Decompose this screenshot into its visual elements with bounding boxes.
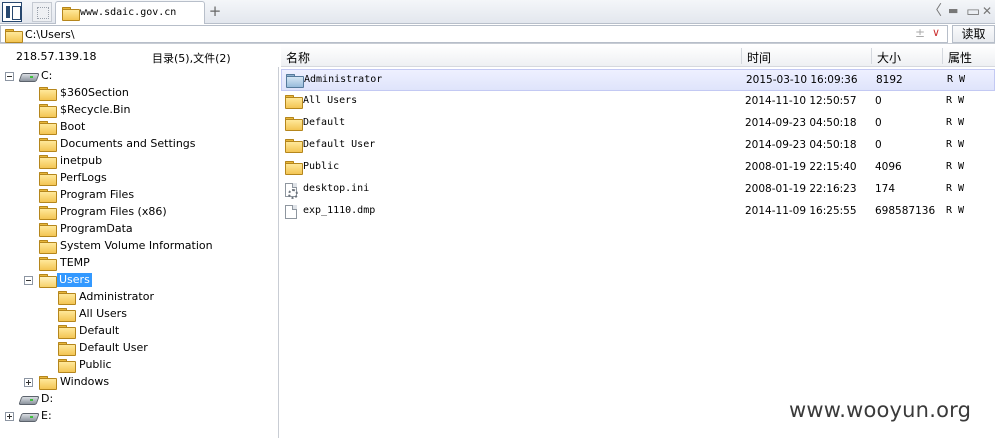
tree-item-perflogs[interactable]: PerfLogs <box>0 170 278 187</box>
folder-icon <box>39 172 57 186</box>
collapse-icon[interactable] <box>24 276 33 285</box>
folder-icon <box>286 74 304 88</box>
column-attributes[interactable]: 属性 <box>948 49 972 66</box>
folder-icon <box>58 308 76 322</box>
close-icon[interactable]: ✕ <box>982 3 992 19</box>
watermark: www.wooyun.org <box>789 398 972 422</box>
tree-item-drive-e[interactable]: E: <box>0 408 278 425</box>
tree-item-drive-d[interactable]: D: <box>0 391 278 408</box>
folder-icon <box>285 117 303 131</box>
folder-icon <box>39 138 57 152</box>
column-name[interactable]: 名称 <box>286 49 310 66</box>
tree-item-default-user[interactable]: Default User <box>0 340 278 357</box>
list-item[interactable]: Administrator 2015-03-10 16:09:36 8192 R… <box>281 69 995 91</box>
folder-icon <box>58 325 76 339</box>
file-icon <box>285 205 297 219</box>
chevron-down-icon[interactable]: ∨ <box>932 26 940 39</box>
tree-item-inetpub[interactable]: inetpub <box>0 153 278 170</box>
folder-icon <box>285 139 303 153</box>
column-divider[interactable] <box>871 48 872 64</box>
maximize-icon[interactable]: ▭ <box>966 3 980 19</box>
tree-item-public[interactable]: Public <box>0 357 278 374</box>
list-item[interactable]: Default 2014-09-23 04:50:18 0 R W <box>281 113 995 135</box>
tree-item-recycle-bin[interactable]: $Recycle.Bin <box>0 102 278 119</box>
tree-item-documents-and-settings[interactable]: Documents and Settings <box>0 136 278 153</box>
folder-icon <box>62 7 80 21</box>
folder-icon <box>58 342 76 356</box>
tree-item-default[interactable]: Default <box>0 323 278 340</box>
folder-icon <box>39 376 57 390</box>
tree-item-program-files[interactable]: Program Files <box>0 187 278 204</box>
list-item[interactable]: Default User 2014-09-23 04:50:18 0 R W <box>281 135 995 157</box>
tree-item-administrator[interactable]: Administrator <box>0 289 278 306</box>
column-time[interactable]: 时间 <box>747 49 771 66</box>
folder-icon <box>285 95 303 109</box>
tree-item-programdata[interactable]: ProgramData <box>0 221 278 238</box>
settings-file-icon <box>285 183 298 199</box>
folder-icon <box>5 29 23 43</box>
folder-icon <box>39 206 57 220</box>
tree-item-system-volume-information[interactable]: System Volume Information <box>0 238 278 255</box>
folder-icon <box>39 155 57 169</box>
folder-icon <box>58 359 76 373</box>
read-button[interactable]: 读取 <box>952 25 995 43</box>
collapse-icon[interactable] <box>5 72 14 81</box>
tab-site[interactable]: www.sdaic.gov.cn <box>55 1 205 24</box>
drive-icon <box>20 394 36 404</box>
tab-title: www.sdaic.gov.cn <box>80 7 177 18</box>
file-list-header: 名称 时间 大小 属性 <box>281 45 995 67</box>
path-text: C:\Users\ <box>25 28 75 41</box>
tree-item-program-files-x86[interactable]: Program Files (x86) <box>0 204 278 221</box>
folder-icon <box>39 189 57 203</box>
address-bar: C:\Users\ ± ∨ 读取 <box>0 24 995 44</box>
tree-item-users[interactable]: Users <box>0 272 278 289</box>
folder-icon <box>39 121 57 135</box>
column-divider[interactable] <box>942 48 943 64</box>
folder-icon <box>58 291 76 305</box>
panel-toggle-icon[interactable] <box>2 2 22 22</box>
folder-icon <box>39 87 57 101</box>
folder-icon <box>39 257 57 271</box>
tree-item-all-users[interactable]: All Users <box>0 306 278 323</box>
tree-item-boot[interactable]: Boot <box>0 119 278 136</box>
folder-open-icon <box>39 274 57 288</box>
column-size[interactable]: 大小 <box>877 49 901 66</box>
drive-icon <box>20 71 36 81</box>
minimize-icon[interactable]: ▬ <box>948 3 958 19</box>
path-input[interactable]: C:\Users\ ± ∨ <box>0 25 948 43</box>
list-item[interactable]: Public 2008-01-19 22:15:40 4096 R W <box>281 157 995 179</box>
expand-icon[interactable] <box>24 378 33 387</box>
column-divider[interactable] <box>741 48 742 64</box>
folder-icon <box>39 104 57 118</box>
tree-item-windows[interactable]: Windows <box>0 374 278 391</box>
expand-icon[interactable] <box>5 412 14 421</box>
list-item[interactable]: exp_1110.dmp 2014-11-09 16:25:55 6985871… <box>281 201 995 223</box>
folder-tree: C: $360Section $Recycle.Bin Boot Documen… <box>0 67 279 438</box>
drive-icon <box>20 411 36 421</box>
folder-icon <box>39 223 57 237</box>
list-item[interactable]: All Users 2014-11-10 12:50:57 0 R W <box>281 91 995 113</box>
folder-icon <box>39 240 57 254</box>
tab-bar: www.sdaic.gov.cn + 〈 ▬ ▭ ✕ <box>0 0 995 24</box>
plus-minus-icon[interactable]: ± <box>915 26 925 40</box>
blank-tab-icon[interactable] <box>32 2 52 22</box>
back-icon[interactable]: 〈 <box>928 3 942 19</box>
tree-item-temp[interactable]: TEMP <box>0 255 278 272</box>
file-list: Administrator 2015-03-10 16:09:36 8192 R… <box>281 69 995 438</box>
folder-icon <box>285 161 303 175</box>
add-tab-button[interactable]: + <box>208 3 222 19</box>
list-item[interactable]: desktop.ini 2008-01-19 22:16:23 174 R W <box>281 179 995 201</box>
server-ip: 218.57.139.18 <box>16 50 97 63</box>
item-counts: 目录(5),文件(2) <box>152 52 231 65</box>
tree-item-360section[interactable]: $360Section <box>0 85 278 102</box>
tree-item-drive-c[interactable]: C: <box>0 68 278 85</box>
